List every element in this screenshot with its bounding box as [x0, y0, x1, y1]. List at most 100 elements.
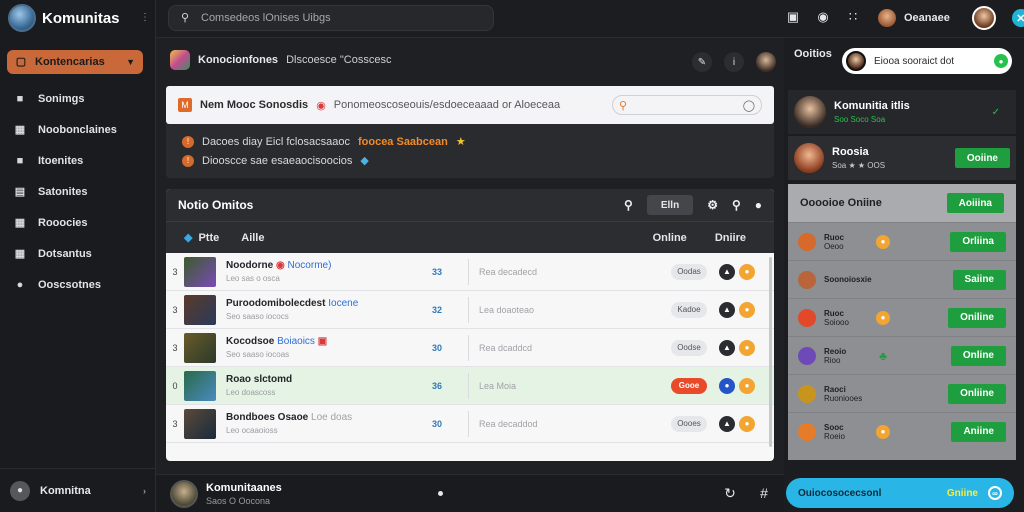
chat-icon[interactable]: ●: [755, 198, 762, 212]
go-icon[interactable]: ●: [994, 54, 1008, 68]
sidebar-user[interactable]: ● Komnitna ›: [0, 468, 156, 512]
zoom-icon[interactable]: ⚲: [732, 198, 741, 212]
clock-icon[interactable]: ◉: [816, 9, 830, 23]
coin-icon[interactable]: ●: [739, 339, 755, 356]
status-chip[interactable]: Oodas: [671, 263, 707, 280]
edit-icon[interactable]: ✎: [692, 52, 712, 72]
member-avatar: [798, 308, 816, 327]
online-list-header: Ooooioe Oniine Aoiiina: [788, 184, 1016, 222]
profile-card[interactable]: Roosia Soa ★ ★ OOS Ooiine: [788, 136, 1016, 180]
search-input[interactable]: [201, 12, 481, 24]
member-name: Soonoiosxie: [824, 275, 872, 284]
online-button[interactable]: Aniine: [951, 421, 1006, 442]
badge-icon: ▣: [317, 336, 328, 347]
member-avatar[interactable]: [756, 52, 776, 72]
sidebar-item-dotsantus[interactable]: ▦ Dotsantus: [14, 245, 117, 263]
online-button[interactable]: Oniline: [948, 307, 1006, 328]
list-item[interactable]: Ruoc Oeoo ● Orliina: [788, 222, 1016, 260]
brand-title: Komunitas: [42, 9, 120, 27]
top-user[interactable]: Oeanaee ✕: [878, 6, 1024, 30]
grid-icon: ▦: [14, 216, 26, 229]
scrollbar[interactable]: [769, 257, 772, 447]
alert-item[interactable]: ! Diooscce sae esaeaocisoocios ◆: [182, 151, 758, 170]
alert-item[interactable]: ! Dacoes diay Eicl fclosacsaaoc foocea S…: [182, 132, 758, 151]
circle-icon: ●: [16, 278, 24, 291]
member-name: Reoio: [824, 346, 847, 356]
table-row[interactable]: 3 Puroodomibolecdest Iocene Seo saaso io…: [166, 291, 774, 329]
header-tools: ✎ i: [692, 52, 776, 72]
status-chip[interactable]: Oodse: [671, 339, 707, 356]
status-chip[interactable]: Oooes: [671, 415, 707, 432]
online-button[interactable]: Ooiine: [954, 148, 1010, 168]
grid-menu-icon[interactable]: ∷: [846, 9, 860, 23]
sidebar-item-noobonclaines[interactable]: ▦ Noobonclaines: [14, 121, 117, 139]
row-name: Noodorne ◉ Nocorme): [226, 260, 422, 271]
grid-icon: ▦: [14, 123, 26, 136]
column-header[interactable]: Online: [653, 232, 687, 244]
list-item[interactable]: RaociRuoniooes ● Onliine: [788, 374, 1016, 412]
right-search[interactable]: Eiooa sooraict dot ●: [842, 48, 1012, 74]
status-chip[interactable]: Gooe: [671, 377, 707, 394]
sidebar-item-satonites[interactable]: ▤ Satonites: [14, 183, 117, 201]
table-row[interactable]: 0 Roao slctomd Leo doascoss 36 Lea Moia …: [166, 367, 774, 405]
sidebar-user-label: Komnitna: [40, 484, 91, 497]
member-sub: Roeio: [824, 431, 845, 441]
coin-icon[interactable]: ●: [739, 263, 755, 280]
filter-pill[interactable]: Elln: [646, 195, 694, 215]
user-icon[interactable]: ▲: [719, 339, 735, 356]
brand[interactable]: Komunitas: [8, 4, 120, 32]
online-button[interactable]: Orliina: [950, 231, 1006, 252]
online-button[interactable]: Onliine: [948, 383, 1006, 404]
column-label: Ptte: [198, 231, 220, 244]
member-sub: Oeoo: [824, 241, 844, 251]
close-icon[interactable]: ✕: [1011, 9, 1024, 27]
settings-icon[interactable]: ⚙: [707, 198, 718, 212]
sidebar-item-rooocies[interactable]: ▦ Rooocies: [14, 214, 117, 232]
table-row[interactable]: 3 Kocodsoe Boiaoics ▣ Seo saaso iocoas 3…: [166, 329, 774, 367]
list-item[interactable]: Sooc Roeio ● Aniine: [788, 412, 1016, 450]
online-button[interactable]: Saiine: [952, 269, 1006, 290]
column-header[interactable]: ◆ Ptte: [184, 231, 220, 245]
alert-text: Dacoes diay Eicl fclosacsaaoc: [202, 135, 350, 148]
sidebar-item-ooscsotnes[interactable]: ● Ooscsotnes: [14, 276, 117, 294]
column-header[interactable]: Dniire: [715, 232, 746, 244]
sidebar-collapse-icon[interactable]: ⋮: [140, 12, 150, 23]
community-card[interactable]: Komunitia itlis Soo Soco Soa ✓: [788, 90, 1016, 134]
list-item[interactable]: Soonoiosxie ● Saiine: [788, 260, 1016, 298]
online-button[interactable]: Online: [950, 345, 1006, 366]
column-header[interactable]: Aille: [241, 232, 264, 244]
star-icon: ★: [455, 136, 466, 148]
hashtag-icon[interactable]: #: [756, 485, 772, 501]
user-avatar[interactable]: [971, 6, 996, 30]
info-icon[interactable]: i: [724, 52, 744, 72]
list-item[interactable]: Reoio Rioo ♣ Online: [788, 336, 1016, 374]
online-list-button[interactable]: Aoiiina: [946, 193, 1004, 213]
user-icon[interactable]: ▲: [719, 415, 735, 432]
notice-input[interactable]: ⚲ ◯: [612, 95, 762, 115]
members-panel: Notio Omitos ⚲ Elln ⚙ ⚲ ● ◆ Ptte Aille O…: [166, 189, 774, 461]
status-chip[interactable]: Kadoe: [671, 301, 707, 318]
globe-icon[interactable]: ●: [719, 377, 735, 394]
user-icon[interactable]: ▲: [719, 263, 735, 280]
join-bar-label: Ouiocosocecsonl: [798, 487, 882, 499]
community-avatar[interactable]: [170, 479, 198, 508]
table-row[interactable]: 3 Noodorne ◉ Nocorme) Leo sas o osca 33 …: [166, 253, 774, 291]
sidebar-item-sonimgs[interactable]: ■ Sonimgs: [14, 90, 117, 108]
join-bar[interactable]: Ouiocosocecsonl Gniine ∞: [786, 478, 1014, 508]
list-item[interactable]: Ruoc Soiooo ● Oniline: [788, 298, 1016, 336]
refresh-icon[interactable]: ↻: [722, 485, 738, 501]
join-bar-action[interactable]: Gniine: [947, 488, 978, 499]
coin-icon[interactable]: ●: [739, 301, 755, 318]
table-row[interactable]: 3 Bondboes Osaoe Loe doas Leo ocaaoioss …: [166, 405, 774, 443]
coin-icon[interactable]: ●: [739, 377, 755, 394]
coin-icon[interactable]: ●: [739, 415, 755, 432]
search-bar[interactable]: ⚲: [168, 5, 494, 31]
user-icon[interactable]: ▲: [719, 301, 735, 318]
search-icon[interactable]: ⚲: [624, 198, 633, 212]
row-desc: Rea decadecd: [479, 266, 538, 277]
message-icon[interactable]: ▣: [786, 9, 800, 23]
sidebar-item-itoenites[interactable]: ■ Itoenites: [14, 152, 117, 170]
dot-indicator: [438, 491, 443, 496]
community-select[interactable]: ▢ Kontencarias ▼: [7, 50, 143, 74]
bottom-subtitle: Saos O Oocona: [206, 495, 271, 506]
